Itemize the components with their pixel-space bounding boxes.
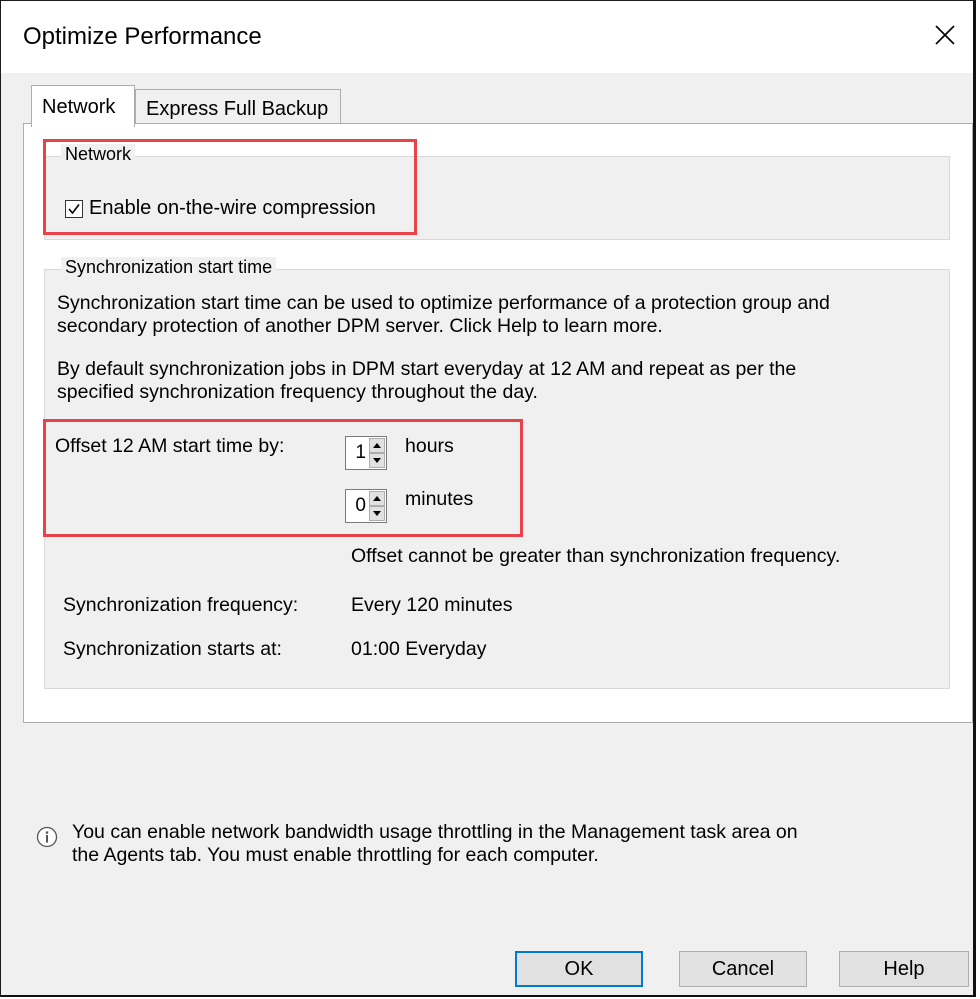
hours-spinner[interactable]: 1 [345, 436, 387, 470]
cancel-button[interactable]: Cancel [679, 951, 807, 987]
compression-checkbox-row[interactable]: Enable on-the-wire compression [65, 197, 376, 220]
tab-express-full-backup[interactable]: Express Full Backup [135, 89, 341, 127]
sync-description-2-line2: specified synchronization frequency thro… [57, 381, 538, 403]
offset-note: Offset cannot be greater than synchroniz… [351, 545, 841, 567]
tab-network[interactable]: Network [31, 85, 135, 127]
arrow-up-icon [373, 443, 381, 448]
throttling-info-line1: You can enable network bandwidth usage t… [72, 821, 798, 843]
hours-spin-down-button[interactable] [369, 453, 385, 468]
minutes-value: 0 [355, 495, 366, 516]
checkmark-icon [68, 203, 80, 214]
arrow-up-icon [373, 496, 381, 501]
title-bar: Optimize Performance [1, 1, 973, 73]
ok-button[interactable]: OK [515, 951, 643, 987]
sync-group-legend: Synchronization start time [61, 257, 277, 278]
network-group-legend: Network [61, 144, 136, 165]
sync-frequency-label: Synchronization frequency: [63, 594, 299, 616]
sync-starts-label: Synchronization starts at: [63, 638, 282, 660]
sync-description-1-line1: Synchronization start time can be used t… [57, 292, 830, 314]
compression-checkbox-label: Enable on-the-wire compression [89, 197, 376, 219]
network-groupbox: Network Enable on-the-wire compression [44, 144, 950, 240]
sync-starts-value: 01:00 Everyday [351, 638, 487, 660]
close-icon [935, 25, 955, 45]
compression-checkbox[interactable] [65, 199, 83, 218]
dialog-title: Optimize Performance [23, 23, 262, 50]
sync-description-2-line1: By default synchronization jobs in DPM s… [57, 358, 797, 380]
arrow-down-icon [373, 511, 381, 516]
minutes-spin-down-button[interactable] [369, 506, 385, 521]
sync-start-groupbox: Synchronization start time Synchronizati… [44, 257, 950, 689]
sync-frequency-value: Every 120 minutes [351, 594, 513, 616]
minutes-spinner[interactable]: 0 [345, 489, 387, 523]
arrow-down-icon [373, 458, 381, 463]
sync-description-1-line2: secondary protection of another DPM serv… [57, 315, 663, 337]
help-button[interactable]: Help [839, 951, 969, 987]
minutes-spin-up-button[interactable] [369, 491, 385, 506]
sync-description-2: By default synchronization jobs in DPM s… [57, 358, 796, 404]
hours-value: 1 [355, 442, 366, 463]
hours-unit-label: hours [405, 435, 454, 457]
tab-panel-network: Network Enable on-the-wire compression S… [23, 123, 973, 866]
hours-spin-up-button[interactable] [369, 438, 385, 453]
sync-description-1: Synchronization start time can be used t… [57, 292, 830, 338]
offset-label: Offset 12 AM start time by: [55, 435, 285, 457]
throttling-info-line2: the Agents tab. You must enable throttli… [72, 844, 599, 866]
minutes-unit-label: minutes [405, 488, 474, 510]
close-button[interactable] [923, 13, 967, 57]
optimize-performance-dialog: Optimize Performance Network Express Ful… [0, 0, 976, 997]
throttling-info-text: You can enable network bandwidth usage t… [72, 821, 798, 867]
info-icon [36, 826, 58, 848]
